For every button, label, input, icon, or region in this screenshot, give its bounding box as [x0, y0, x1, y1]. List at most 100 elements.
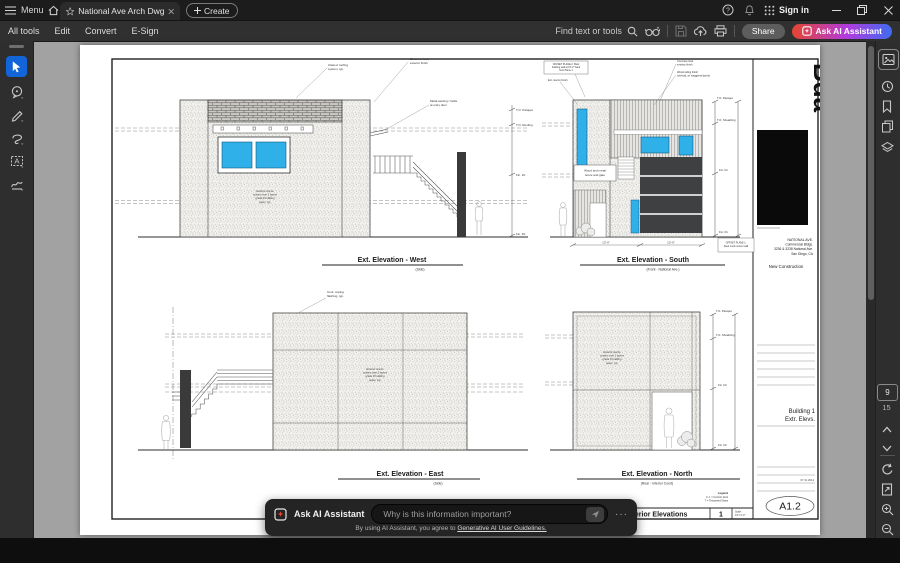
svg-text:Ext. stucco finish: Ext. stucco finish — [548, 78, 568, 82]
screen: Menu National Ave Arch Dwg... Create ? S… — [0, 0, 900, 563]
page-thumbnails-panel[interactable] — [878, 49, 899, 70]
previous-page-button[interactable] — [879, 421, 895, 437]
svg-text:13'-0": 13'-0" — [602, 241, 610, 245]
svg-text:T.O. Parapet: T.O. Parapet — [716, 309, 732, 313]
hamburger-icon — [5, 6, 16, 15]
svg-text:fence and gate: fence and gate — [585, 173, 605, 177]
datum-label: Fin. Flr. — [516, 173, 526, 177]
svg-text:T.O. Sheathing: T.O. Sheathing — [717, 118, 736, 122]
zoom-in-icon — [881, 503, 894, 516]
text-box-icon: A — [10, 154, 24, 168]
hamburger-menu-button[interactable]: Menu — [5, 0, 44, 20]
apps-grid-button[interactable] — [757, 0, 781, 20]
svg-text:C.J. = Control Joint: C.J. = Control Joint — [706, 495, 728, 499]
svg-text:grade D building: grade D building — [603, 357, 622, 361]
ai-guidelines-link[interactable]: Generative AI User Guidelines. — [457, 525, 546, 532]
next-page-button[interactable] — [879, 440, 895, 456]
svg-text:New Construction: New Construction — [769, 264, 804, 269]
ask-ai-assistant-button[interactable]: Ask AI Assistant — [792, 24, 892, 39]
minimize-button[interactable] — [824, 0, 848, 20]
bell-icon — [744, 4, 755, 16]
ai-send-button[interactable] — [586, 507, 604, 522]
tab-close-icon[interactable] — [168, 8, 174, 15]
svg-text:paper, typ.: paper, typ. — [606, 361, 618, 365]
svg-text:(vertical, w/ staggered joints: (vertical, w/ staggered joints) — [677, 73, 710, 77]
pages-panel[interactable] — [879, 118, 895, 134]
toolbar-menu: All tools Edit Convert E-Sign — [8, 21, 159, 41]
fit-page-icon — [881, 483, 893, 496]
svg-text:Extr. Elevs.: Extr. Elevs. — [785, 417, 815, 423]
find-tool[interactable]: Find text or tools — [555, 26, 638, 37]
toolbar-separator2 — [734, 25, 735, 37]
add-text-tool[interactable]: A — [6, 150, 27, 171]
ai-reading-glasses-icon[interactable] — [645, 26, 660, 37]
toolbar-separator — [667, 25, 668, 37]
print-icon[interactable] — [714, 25, 727, 37]
scrollbar-thumb[interactable] — [868, 46, 874, 300]
layers-panel[interactable] — [879, 139, 895, 155]
draw-tool[interactable] — [6, 127, 27, 148]
callout: at entry door — [430, 103, 447, 107]
menu-convert[interactable]: Convert — [85, 26, 117, 36]
svg-text:system over 2 layers: system over 2 layers — [253, 193, 277, 197]
sign-in-label: Sign in — [779, 5, 809, 15]
current-page-field[interactable]: 9 — [877, 384, 898, 401]
svg-text:Legend: Legend — [718, 491, 729, 495]
bookmarks-panel[interactable] — [879, 98, 895, 114]
sign-stamp-tool[interactable] — [6, 173, 27, 194]
upload-cloud-icon[interactable] — [694, 25, 707, 37]
menu-esign[interactable]: E-Sign — [132, 26, 159, 36]
menu-edit[interactable]: Edit — [55, 26, 71, 36]
pdf-page[interactable]: T.O. Parapet T.O. Roofing Fin. Flr. Fin.… — [80, 45, 820, 535]
history-panel[interactable] — [879, 78, 895, 94]
svg-text:Ext. Elevation - West: Ext. Elevation - West — [358, 257, 427, 264]
zoom-in-button[interactable] — [879, 501, 895, 517]
svg-text:system over 2 layers: system over 2 layers — [600, 354, 624, 358]
callout: system, typ. — [328, 67, 344, 71]
ai-question-input[interactable] — [381, 508, 582, 520]
zoom-out-button[interactable] — [879, 521, 895, 537]
ai-question-input-wrap — [371, 504, 608, 524]
svg-text:Fin. Flr.: Fin. Flr. — [718, 383, 728, 387]
restore-button[interactable] — [850, 0, 874, 20]
ai-bar-label: Ask AI Assistant — [294, 509, 364, 519]
plus-icon — [194, 7, 201, 14]
toolbar-right: Find text or tools Share Ask AI Assistan… — [555, 21, 896, 41]
svg-text:T.O. Parapet: T.O. Parapet — [717, 96, 733, 100]
svg-text:Fin. Flr.: Fin. Flr. — [718, 443, 728, 447]
minimize-icon — [832, 6, 841, 15]
help-icon: ? — [722, 4, 734, 16]
menu-all-tools[interactable]: All tools — [8, 26, 40, 36]
close-window-button[interactable] — [876, 0, 900, 20]
share-button[interactable]: Share — [742, 24, 785, 39]
share-label: Share — [752, 26, 775, 36]
svg-text:system over 2 layers: system over 2 layers — [363, 371, 387, 375]
svg-text:NATIONAL AVE.: NATIONAL AVE. — [787, 238, 813, 242]
edit-pencil-tool[interactable] — [6, 104, 27, 125]
panel-grip[interactable] — [9, 45, 24, 48]
sign-in-button[interactable]: Sign in — [779, 0, 809, 20]
acrobat-titlebar: Menu National Ave Arch Dwg... Create ? S… — [0, 0, 900, 21]
svg-text:Ext. Elevation - East: Ext. Elevation - East — [377, 471, 445, 478]
comment-tool[interactable] — [6, 81, 27, 102]
svg-text:Exterior stucco: Exterior stucco — [603, 350, 621, 354]
ai-disclaimer: By using AI Assistant, you agree to Gene… — [265, 525, 637, 532]
select-tool[interactable] — [6, 56, 27, 77]
ai-more-options-button[interactable]: ··· — [615, 509, 628, 520]
svg-text:Wood siding finish: Wood siding finish — [677, 70, 699, 74]
ai-assistant-icon — [802, 26, 812, 36]
svg-text:1: 1 — [719, 512, 723, 519]
datum-label: T.O. Parapet — [516, 108, 533, 112]
rotate-page-button[interactable] — [879, 461, 895, 477]
lasso-icon — [10, 131, 24, 145]
thumbnails-icon — [882, 53, 895, 66]
fit-page-button[interactable] — [879, 481, 895, 497]
svg-text:Ext. Elevation - North: Ext. Elevation - North — [622, 471, 693, 478]
callout: exterior finish — [410, 61, 428, 65]
svg-text:Steel mesh accent wall: Steel mesh accent wall — [724, 245, 749, 248]
document-tab[interactable]: National Ave Arch Dwg... — [60, 2, 180, 20]
save-icon[interactable] — [675, 25, 687, 37]
svg-text:Building 1: Building 1 — [789, 409, 816, 415]
create-button[interactable]: Create — [186, 3, 238, 18]
left-tool-rail: A — [0, 41, 34, 538]
